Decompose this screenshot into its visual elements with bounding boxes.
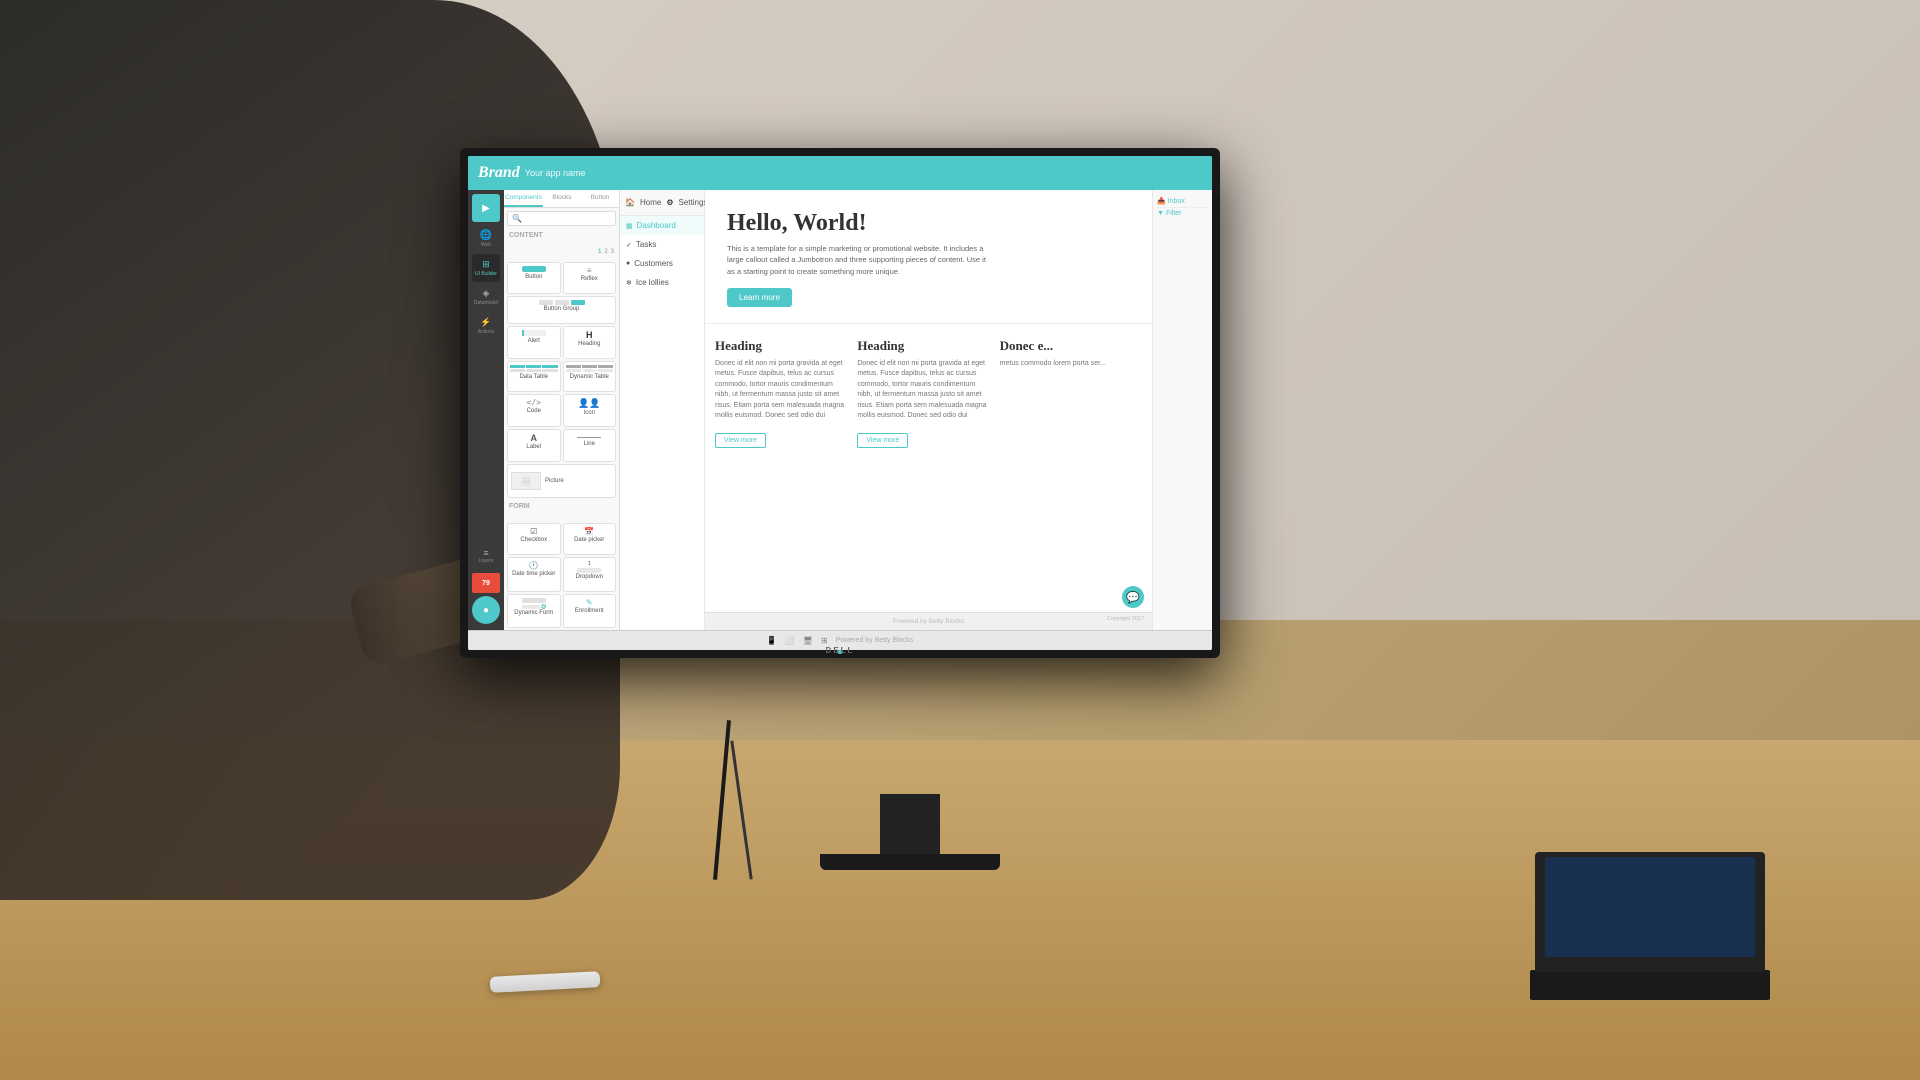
nav-item-dashboard[interactable]: ▦ Dashboard [620,216,704,235]
panel-item-date-picker[interactable]: 📅 Date picker [563,523,617,555]
nav-item-ice-lollies[interactable]: ❄ Ice lollies [620,273,704,292]
monitor-screen: Brand Your app name ▶ 🌐 Web ⊞ U [468,156,1212,650]
profile-button[interactable]: ● [472,596,500,624]
panel-item-heading[interactable]: H Heading [563,326,617,359]
panel-item-code[interactable]: </> Code [507,394,561,428]
panel-item-alert[interactable]: Alert [507,326,561,359]
learn-more-button[interactable]: Learn more [727,288,792,307]
app-header: Brand Your app name [468,156,1212,190]
copyright: Copyright 2017 [1107,616,1144,622]
search-box[interactable]: 🔍 [507,211,616,226]
panel-tabs: Components Blocks Button [504,190,619,208]
card-1-text: Donec id elit non mi porta gravida at eg… [715,359,847,422]
button-preview [522,266,546,272]
panel-item-reflex[interactable]: ≡ Reflex [563,262,617,294]
panel-item-datetime[interactable]: 🕐 Date time picker [507,557,561,592]
mobile-icon[interactable]: 📱 [767,636,777,645]
pagination: 1 2 3 [507,244,616,260]
ice-lollies-icon: ❄ [626,279,632,287]
powered-by-bottom: Powered by Betty Blocks [836,637,913,644]
tab-components[interactable]: Components [504,190,543,207]
footer: Powered by Betty Blocks [705,612,1152,630]
card-3-heading: Donec e... [1000,338,1142,354]
inbox-item[interactable]: 📥 Inbox [1157,195,1208,208]
background: DELL Brand Your app name ▶ 🌐 Web [0,0,1920,1080]
tab-blocks[interactable]: Blocks [543,190,581,207]
expand-icon[interactable]: ⊞ [821,636,828,645]
laptop-base [1530,970,1770,1000]
tablet-icon[interactable]: ⬜ [785,636,795,645]
inbox-icon: 📥 [1157,197,1166,205]
filter-item[interactable]: ▼ Filter [1157,208,1208,219]
brand-logo: Brand [478,164,520,182]
play-button[interactable]: ▶ [472,194,500,222]
laptop-screen [1545,857,1755,957]
panel-item-dynamic-table[interactable]: Dynamic Table [563,361,617,392]
app-body: ▶ 🌐 Web ⊞ UI Builder ◈ Datamodel [468,190,1212,630]
panel-item-data-table[interactable]: Data Table [507,361,561,392]
hero-title: Hello, World! [727,210,1130,237]
actions-tool[interactable]: ⚡ Actions [472,312,500,340]
card-1-button[interactable]: View more [715,433,766,448]
settings-link[interactable]: Settings [678,198,707,207]
card-1-heading: Heading [715,338,847,354]
ui-builder-tool[interactable]: ⊞ UI Builder [472,254,500,282]
home-icon: 🏠 [625,198,635,207]
card-2-heading: Heading [857,338,989,354]
monitor-outer: DELL Brand Your app name ▶ 🌐 Web [460,148,1220,708]
items-grid: 1 2 3 Button ≡ [504,242,619,630]
tasks-icon: ✓ [626,241,632,249]
datamodel-tool[interactable]: ◈ Datamodel [472,283,500,311]
layers-tool[interactable]: ≡ Layers [472,542,500,570]
web-tool[interactable]: 🌐 Web [472,225,500,253]
card-3-text: metus commodo lorem porta ser... [1000,359,1142,370]
nav-topbar: 🏠 Home ⚙ Settings [620,190,704,216]
nav-item-tasks[interactable]: ✓ Tasks [620,235,704,254]
main-area: Hello, World! This is a template for a s… [705,190,1152,630]
powered-by: Powered by Betty Blocks [893,618,965,625]
panel-search-container: 🔍 [504,208,619,229]
card-2-text: Donec id elit non mi porta gravida at eg… [857,359,989,422]
card-2: Heading Donec id elit non mi porta gravi… [857,338,999,602]
hero-section: Hello, World! This is a template for a s… [705,190,1152,324]
tool-sidebar: ▶ 🌐 Web ⊞ UI Builder ◈ Datamodel [468,190,504,630]
settings-icon: ⚙ [666,198,673,207]
home-link[interactable]: Home [640,198,661,207]
component-panel: Components Blocks Button 🔍 CONTENT [504,190,620,630]
search-icon: 🔍 [512,214,522,223]
panel-item-dropdown[interactable]: 1 Dropdown [563,557,617,592]
card-1: Heading Donec id elit non mi porta gravi… [715,338,857,602]
desktop-icon[interactable]: 🖥 [803,636,813,645]
panel-item-enrollment[interactable]: ✎ Enrollment [563,594,617,628]
panel-item-button[interactable]: Button [507,262,561,294]
panel-item-dynamic-form[interactable]: ⊕ Dynamic Form [507,594,561,628]
form-section-label: FORM [507,500,616,521]
monitor-bezel: DELL Brand Your app name ▶ 🌐 Web [460,148,1220,658]
content-section-label: CONTENT [504,229,619,242]
customers-icon: ● [626,260,630,267]
card-2-button[interactable]: View more [857,433,908,448]
right-panel: 📥 Inbox ▼ Filter [1152,190,1212,630]
monitor-neck [880,794,940,854]
dashboard-icon: ▦ [626,222,633,230]
panel-item-icon[interactable]: 👤👤 Icon [563,394,617,428]
weather-badge: 79 [472,573,500,593]
app-name: Your app name [525,168,586,178]
panel-item-checkbox[interactable]: ☑ Checkbox [507,523,561,555]
dell-label: DELL [815,646,865,655]
card-3: Donec e... metus commodo lorem porta ser… [1000,338,1142,602]
laptop-lid [1535,852,1765,972]
nav-sidebar: 🏠 Home ⚙ Settings ▦ Dashboard ✓ Task [620,190,705,630]
panel-item-label[interactable]: A Label [507,429,561,462]
filter-icon: ▼ [1157,210,1164,217]
panel-item-line[interactable]: Line [563,429,617,462]
chat-button[interactable]: 💬 [1122,586,1144,608]
hero-description: This is a template for a simple marketin… [727,243,987,277]
panel-item-picture[interactable]: 🖼 Picture [507,464,616,498]
nav-item-customers[interactable]: ● Customers [620,254,704,273]
cards-grid: Heading Donec id elit non mi porta gravi… [705,324,1152,612]
tab-button[interactable]: Button [581,190,619,207]
monitor-base [820,854,1000,870]
panel-item-button-group[interactable]: Button Group [507,296,616,324]
